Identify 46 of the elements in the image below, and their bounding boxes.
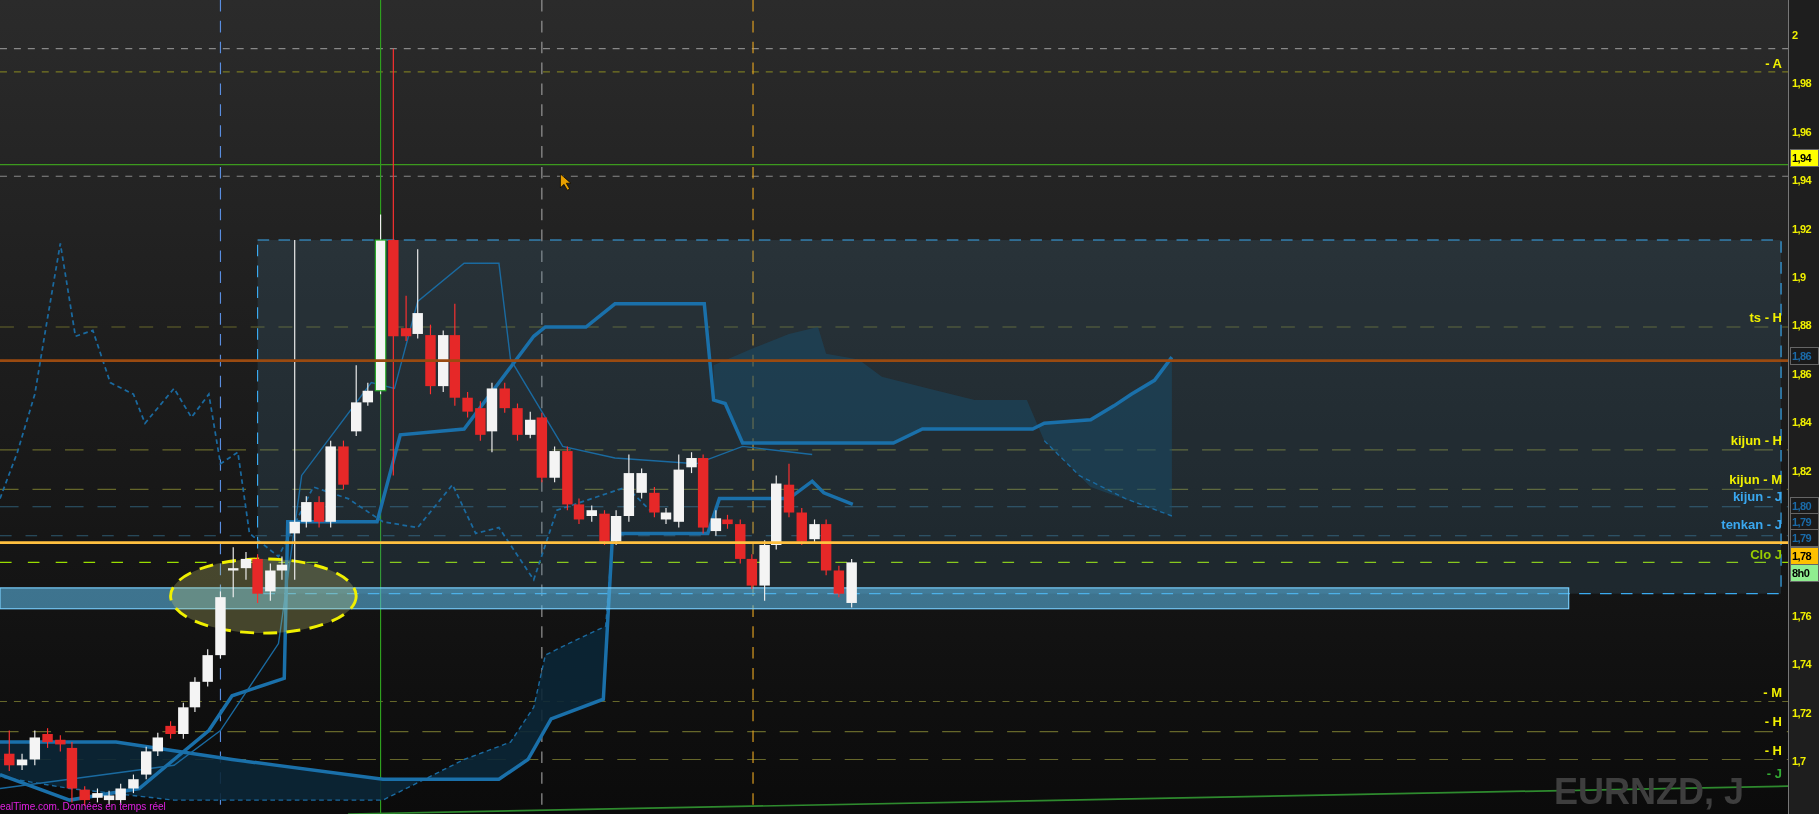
candle (796, 507, 807, 546)
candle (178, 702, 189, 740)
level-label: ts - H (1749, 310, 1782, 326)
axis-tick-label: 1,82 (1792, 463, 1811, 479)
axis-tick-label: 1,88 (1792, 318, 1811, 334)
price-tag: 1,94 (1790, 149, 1819, 167)
candle (512, 402, 523, 442)
candle (202, 648, 213, 688)
level-label: - J (1766, 766, 1782, 782)
level-label: - H (1764, 714, 1782, 730)
price-tag: 8h0 (1790, 564, 1819, 582)
axis-tick-label: 1,92 (1792, 221, 1811, 237)
price-tag: 1,78 (1790, 547, 1819, 565)
cursor-icon (560, 173, 572, 191)
level-label: - A (1765, 56, 1782, 72)
candle (165, 720, 176, 740)
candle (338, 440, 349, 490)
candle (215, 590, 226, 660)
candle (783, 463, 795, 518)
candle (735, 518, 746, 565)
axis-tick-label: 1,94 (1792, 173, 1811, 189)
level-label: tenkan - J (1721, 517, 1782, 533)
axis-tick-label: 1,84 (1792, 415, 1811, 431)
level-label: kijun - H (1730, 433, 1782, 449)
axis-tick-label: 1,86 (1792, 366, 1811, 382)
axis-tick-label: 1,76 (1792, 608, 1811, 624)
candle (152, 732, 163, 757)
price-tag: 1,79 (1790, 529, 1819, 547)
level-label: - H (1764, 743, 1782, 759)
axis-tick-label: 1,98 (1792, 76, 1811, 92)
axis-tick-label: 1,9 (1792, 270, 1806, 285)
axis-tick-label: 1,74 (1792, 657, 1811, 673)
level-label: Clo J (1750, 547, 1782, 563)
axis-tick-label: 1,72 (1792, 705, 1811, 721)
price-tag: 1,86 (1790, 347, 1819, 365)
candle (425, 324, 436, 395)
axis-tick-label: 2 (1792, 28, 1798, 43)
axis-tick-label: 1,7 (1792, 754, 1806, 769)
level-label: kijun - M (1729, 472, 1782, 488)
level-label: - M (1763, 685, 1782, 701)
level-label: kijun - J (1732, 489, 1782, 505)
data-source-note: ealTime.com. Données en temps réel (0, 801, 166, 813)
axis-tick-label: 1,96 (1792, 124, 1811, 140)
candle (92, 787, 103, 803)
candle (189, 676, 201, 713)
candle (599, 509, 610, 546)
